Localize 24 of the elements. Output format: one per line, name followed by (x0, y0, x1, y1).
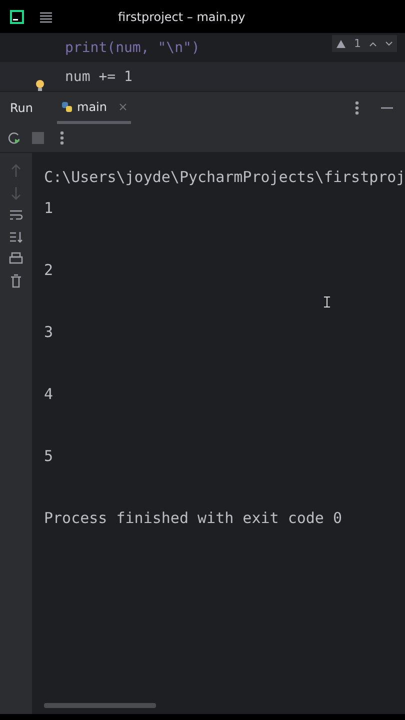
text-cursor-icon (323, 296, 331, 308)
python-file-icon (61, 100, 74, 112)
scrollbar[interactable] (44, 703, 156, 708)
close-icon[interactable] (119, 102, 127, 110)
window-title: firstproject – main.py (118, 10, 246, 24)
code-line: num += 1 (65, 68, 132, 84)
command-path: C:\Users\joyde\PycharmProjects\firstproj (43, 166, 405, 188)
warning-icon (336, 38, 346, 48)
app-logo-icon (10, 10, 24, 24)
trash-icon[interactable] (8, 273, 24, 289)
console-output: 4 (43, 384, 54, 404)
console-output: 3 (43, 322, 54, 342)
scroll-to-end-icon[interactable] (8, 229, 24, 245)
console-output: 2 (43, 260, 54, 280)
warning-count: 1 (354, 37, 361, 50)
console-output: 1 (43, 198, 54, 218)
process-status: Process finished with exit code 0 (43, 508, 344, 528)
rerun-icon[interactable] (6, 130, 22, 146)
lightbulb-icon[interactable] (35, 79, 45, 91)
next-icon[interactable] (385, 40, 393, 46)
panel-title: Run (10, 101, 34, 115)
console-output: 5 (43, 446, 54, 466)
previous-icon[interactable] (369, 40, 377, 46)
code-line: print(num, "\n") (65, 40, 200, 56)
